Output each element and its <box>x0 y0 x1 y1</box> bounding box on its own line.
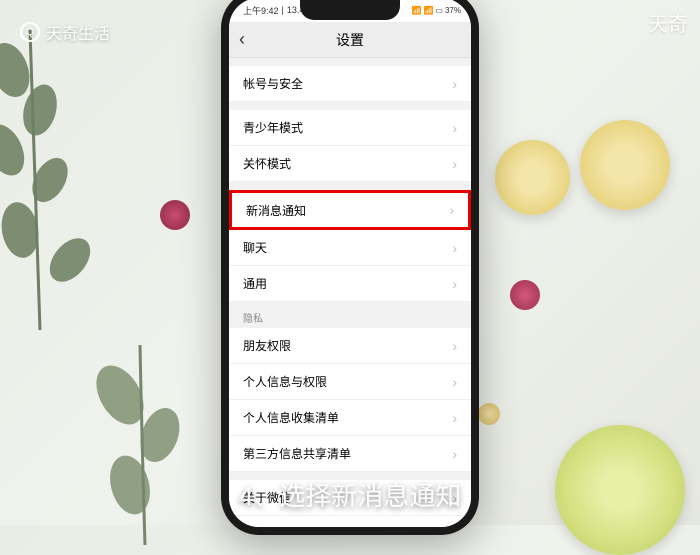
settings-item[interactable]: 个人信息与权限 › <box>229 364 471 400</box>
settings-item-label: 个人信息与权限 <box>243 373 327 390</box>
battery-icon: ▭ <box>435 6 443 15</box>
decorative-citrus-slice <box>495 140 570 215</box>
phone-notch <box>300 0 400 20</box>
settings-item[interactable]: 第三方信息共享清单 › <box>229 436 471 472</box>
status-time: 上午9:42 <box>243 4 279 17</box>
settings-item-label: 帮助与反馈 <box>243 525 303 527</box>
settings-item-label: 朋友权限 <box>243 337 291 354</box>
chevron-right-icon: › <box>452 374 457 390</box>
chevron-right-icon: › <box>452 276 457 292</box>
settings-item[interactable]: 帐号与安全 › <box>229 66 471 102</box>
back-button[interactable]: ‹ <box>239 29 245 50</box>
decorative-flower <box>160 200 190 230</box>
settings-item[interactable]: 帮助与反馈 › <box>229 516 471 527</box>
chevron-right-icon: › <box>452 410 457 426</box>
settings-item[interactable]: 新消息通知 › <box>229 190 471 230</box>
section-header: 隐私 <box>229 302 471 328</box>
watermark-top-right: 天奇 <box>648 8 688 37</box>
watermark-top-left: Q 天奇生活 <box>20 20 110 44</box>
decorative-flower <box>510 280 540 310</box>
settings-item-label: 聊天 <box>243 239 267 256</box>
phone-frame: 上午9:42 | 13.4K/s ⏰ ⊙ 📶 📶 ▭ 37% ‹ 设置 帐号与安… <box>221 0 479 535</box>
phone-screen: 上午9:42 | 13.4K/s ⏰ ⊙ 📶 📶 ▭ 37% ‹ 设置 帐号与安… <box>229 0 471 527</box>
signal-icon: 📶 <box>411 6 421 15</box>
settings-item-label: 关怀模式 <box>243 155 291 172</box>
settings-item[interactable]: 个人信息收集清单 › <box>229 400 471 436</box>
logo-icon: Q <box>20 22 40 42</box>
decorative-citrus-slice <box>580 120 670 210</box>
settings-list: 帐号与安全›青少年模式›关怀模式›新消息通知›聊天›通用›隐私朋友权限›个人信息… <box>229 58 471 527</box>
decorative-leaves-bottom <box>80 345 200 545</box>
settings-item[interactable]: 聊天 › <box>229 230 471 266</box>
settings-item-label: 通用 <box>243 275 267 292</box>
settings-item-label: 个人信息收集清单 <box>243 409 339 426</box>
wifi-icon: 📶 <box>423 6 433 15</box>
chevron-right-icon: › <box>452 240 457 256</box>
settings-item-label: 新消息通知 <box>246 202 306 219</box>
settings-item-label: 第三方信息共享清单 <box>243 445 351 462</box>
decorative-flower <box>478 403 500 425</box>
chevron-right-icon: › <box>449 202 454 218</box>
settings-item[interactable]: 关怀模式 › <box>229 146 471 182</box>
chevron-right-icon: › <box>452 156 457 172</box>
page-title: 设置 <box>336 30 364 50</box>
chevron-right-icon: › <box>452 526 457 528</box>
status-battery: 37% <box>445 6 461 15</box>
section-gap <box>229 182 471 190</box>
settings-item-label: 青少年模式 <box>243 119 303 136</box>
chevron-right-icon: › <box>452 446 457 462</box>
chevron-right-icon: › <box>452 338 457 354</box>
decorative-leaves-left <box>0 30 120 330</box>
decorative-lime-slice <box>555 425 685 555</box>
instruction-caption: 4、选择新消息通知 <box>239 476 461 513</box>
chevron-right-icon: › <box>452 120 457 136</box>
page-header: ‹ 设置 <box>229 22 471 58</box>
section-gap <box>229 58 471 66</box>
settings-item[interactable]: 通用 › <box>229 266 471 302</box>
settings-item-label: 帐号与安全 <box>243 75 303 92</box>
settings-item[interactable]: 朋友权限 › <box>229 328 471 364</box>
chevron-right-icon: › <box>452 76 457 92</box>
settings-item[interactable]: 青少年模式 › <box>229 110 471 146</box>
section-gap <box>229 102 471 110</box>
